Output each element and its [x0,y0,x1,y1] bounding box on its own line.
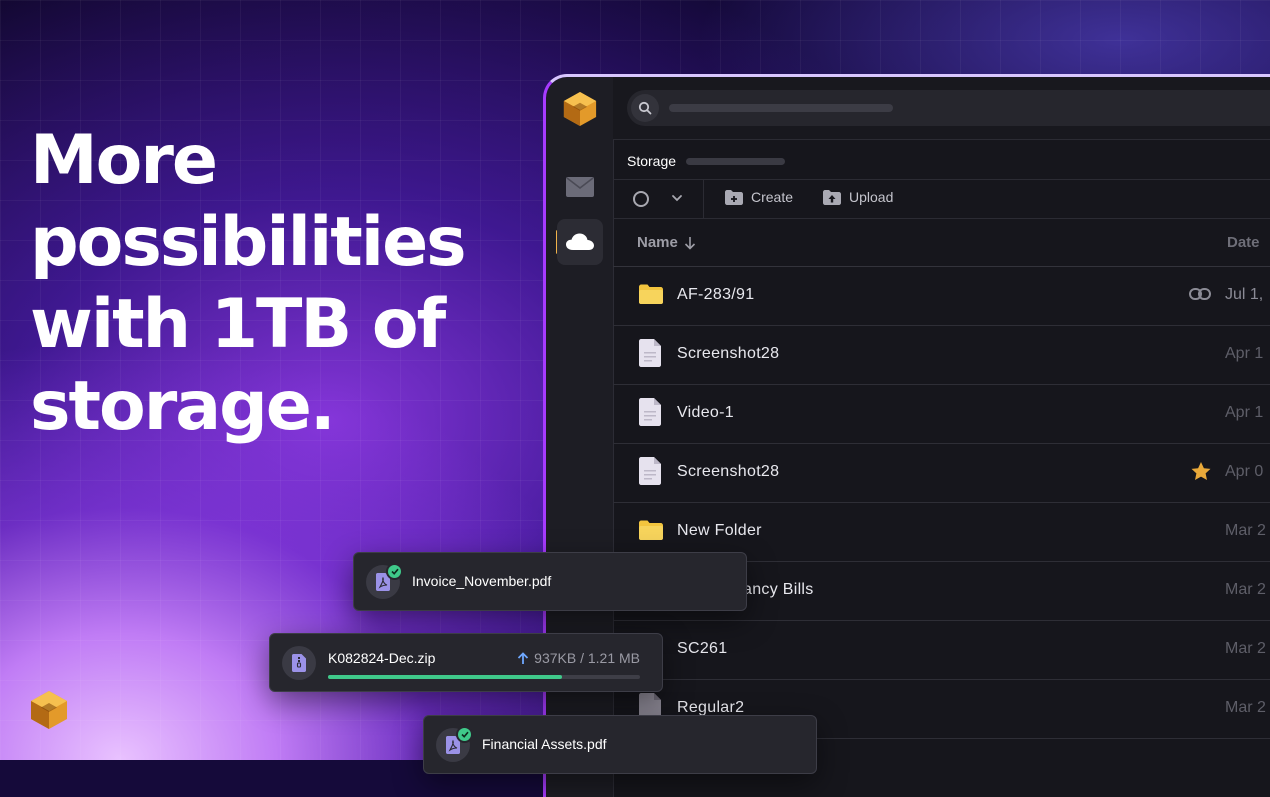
table-row[interactable]: Screenshot28 Apr 0 [613,444,1270,503]
upload-file-name: Invoice_November.pdf [412,573,552,589]
search-icon [638,101,652,115]
file-date: Mar 2 [1225,522,1266,539]
file-date: Apr 0 [1225,463,1264,480]
table-row[interactable]: AF-283/91 Jul 1, [613,267,1270,326]
file-name: New Folder [677,522,762,539]
top-bar [613,77,1270,140]
file-name: Screenshot28 [677,463,780,480]
sidebar-item-storage[interactable] [557,219,603,265]
upload-progress-value: 937KB / 1.21 MB [534,650,640,666]
upload-card[interactable]: Invoice_November.pdf [353,552,747,611]
column-header-name[interactable]: Name [637,234,696,251]
breadcrumb-skeleton [686,158,785,165]
sort-arrow-down-icon [684,236,695,250]
select-all-checkbox[interactable] [633,191,649,207]
table-header: Name Date [613,218,1270,267]
new-folder-icon [725,189,743,205]
upload-file-name: Financial Assets.pdf [482,736,607,752]
file-name: ancy Bills [743,581,814,598]
file-icon [639,457,661,490]
breadcrumb: Storage [613,139,1270,179]
breadcrumb-title[interactable]: Storage [627,153,676,169]
file-date: Mar 2 [1225,699,1266,716]
search-button[interactable] [631,94,659,122]
file-icon [639,339,661,372]
brand-logo-icon [31,691,67,729]
check-icon [456,726,473,743]
column-header-date[interactable]: Date [1227,234,1260,251]
zip-icon [282,646,316,680]
search-input[interactable] [627,90,1270,126]
table-row[interactable]: Video-1 Apr 1 [613,385,1270,444]
file-date: Mar 2 [1225,640,1266,657]
table-row[interactable]: Screenshot28 Apr 1 [613,326,1270,385]
create-button[interactable]: Create [725,189,793,205]
link-icon[interactable] [1189,287,1211,306]
upload-label: Upload [849,189,894,205]
upload-file-name: K082824-Dec.zip [328,650,436,666]
file-date: Apr 1 [1225,404,1264,421]
upload-progress-bar [328,675,640,679]
upload-card[interactable]: K082824-Dec.zip 937KB / 1.21 MB [269,633,663,692]
file-name: SC261 [677,640,728,657]
chevron-down-icon[interactable] [671,192,683,204]
toolbar: Create Upload [613,179,1270,219]
file-date: Jul 1, [1225,286,1264,303]
search-placeholder-skeleton [669,104,893,112]
folder-icon [639,520,663,545]
sidebar-item-mail[interactable] [557,164,603,210]
upload-folder-icon [823,189,841,205]
upload-card[interactable]: Financial Assets.pdf [423,715,817,774]
table-row[interactable]: SC261 Mar 2 [613,621,1270,680]
mail-icon [566,177,594,197]
headline: More possibilities with 1TB of storage. [30,121,467,446]
upload-progress-fill [328,675,562,679]
column-name-label: Name [637,234,678,251]
star-icon[interactable] [1191,462,1211,486]
folder-icon [639,284,663,309]
app-logo-icon [563,92,597,126]
file-date: Apr 1 [1225,345,1264,362]
upload-progress-text: 937KB / 1.21 MB [517,650,640,666]
toolbar-divider [703,180,704,218]
arrow-up-icon [518,651,529,664]
file-name: AF-283/91 [677,286,755,303]
file-icon [639,398,661,431]
cloud-icon [566,233,594,250]
check-icon [386,563,403,580]
upload-button[interactable]: Upload [823,189,893,205]
file-list: AF-283/91 Jul 1, Screenshot28 Apr 1 Vide… [613,267,1270,739]
file-name: Screenshot28 [677,345,780,362]
file-name: Video-1 [677,404,734,421]
create-label: Create [751,189,794,205]
file-date: Mar 2 [1225,581,1266,598]
